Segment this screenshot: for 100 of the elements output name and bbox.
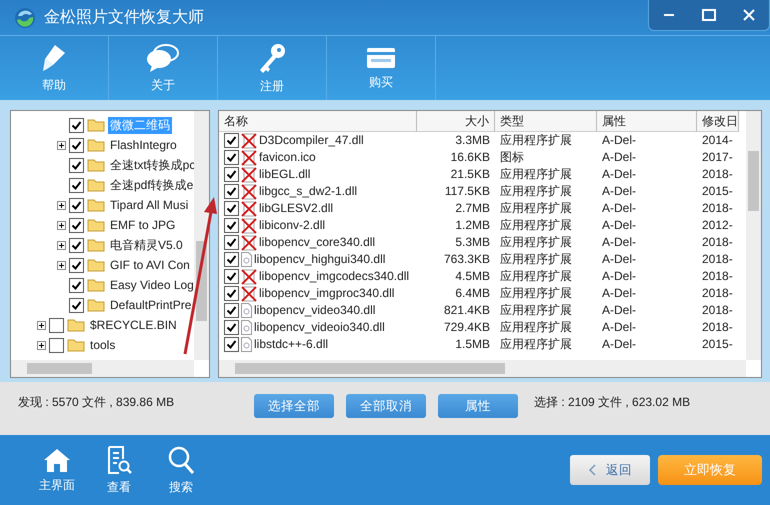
- scrollbar[interactable]: [219, 360, 746, 377]
- checkbox[interactable]: [224, 133, 239, 148]
- checkbox[interactable]: [224, 320, 239, 335]
- checkbox[interactable]: [69, 218, 84, 232]
- file-name: libiconv-2.dll: [259, 217, 326, 234]
- table-cell-text: 2012-: [701, 217, 734, 234]
- expand-icon[interactable]: [57, 200, 66, 210]
- folder-name[interactable]: tools: [88, 338, 118, 352]
- checkbox[interactable]: [224, 184, 239, 199]
- folder-name[interactable]: 全速pdf转换成e: [108, 176, 196, 194]
- checkmark-icon: [226, 169, 237, 180]
- deleted-file-icon: [241, 184, 257, 200]
- pen-icon: [41, 42, 67, 72]
- table-cell-text: A-Del-: [601, 132, 638, 149]
- checkbox[interactable]: [69, 198, 84, 212]
- folder-icon: [67, 318, 85, 332]
- nav-button[interactable]: 查看: [88, 444, 150, 496]
- key-icon: [257, 42, 287, 74]
- checkbox[interactable]: [224, 269, 239, 284]
- expand-icon[interactable]: [37, 340, 46, 350]
- table-cell-text: 2015-: [701, 183, 734, 200]
- folder-name[interactable]: GIF to AVI Con: [108, 258, 192, 272]
- scrollbar[interactable]: [11, 360, 194, 377]
- found-summary: 发现 : 5570 文件 , 839.86 MB: [18, 394, 176, 411]
- table-cell-text: 117.5KB: [444, 183, 491, 200]
- checkbox[interactable]: [224, 252, 239, 267]
- checkbox[interactable]: [69, 138, 84, 152]
- checkbox[interactable]: [224, 218, 239, 233]
- home-icon: [43, 446, 71, 472]
- table-cell-text: 应用程序扩展: [499, 319, 573, 336]
- scrollbar[interactable]: [746, 111, 761, 360]
- table-cell-text: 应用程序扩展: [499, 166, 573, 183]
- folder-icon: [87, 198, 105, 212]
- table-cell-text: A-Del-: [601, 251, 638, 268]
- expand-icon[interactable]: [57, 140, 66, 150]
- column-header[interactable]: 类型: [495, 111, 597, 132]
- back-button[interactable]: 返回: [570, 455, 650, 485]
- folder-name[interactable]: 电音精灵V5.0: [108, 236, 185, 254]
- checkbox[interactable]: [69, 178, 84, 192]
- folder-icon: [87, 238, 105, 252]
- checkbox[interactable]: [224, 337, 239, 352]
- file-name: libopencv_videoio340.dll: [254, 319, 385, 336]
- checkbox[interactable]: [49, 318, 64, 332]
- checkmark-icon: [71, 280, 82, 290]
- table-cell-text: A-Del-: [601, 166, 638, 183]
- checkmark-icon: [226, 186, 237, 197]
- table-cell-text: 5.3MB: [454, 234, 491, 251]
- checkmark-icon: [226, 220, 237, 231]
- table-cell-text: 应用程序扩展: [499, 251, 573, 268]
- checkbox[interactable]: [69, 238, 84, 252]
- folder-name[interactable]: $RECYCLE.BIN: [88, 318, 179, 332]
- selected-summary: 选择 : 2109 文件 , 623.02 MB: [534, 394, 692, 411]
- checkbox[interactable]: [224, 150, 239, 165]
- folder-name[interactable]: Easy Video Log: [108, 278, 196, 292]
- column-header[interactable]: 名称: [219, 111, 417, 132]
- checkbox[interactable]: [224, 235, 239, 250]
- checkbox[interactable]: [224, 286, 239, 301]
- checkbox[interactable]: [224, 201, 239, 216]
- column-header[interactable]: 属性: [597, 111, 697, 132]
- table-cell-text: A-Del-: [601, 183, 638, 200]
- checkmark-icon: [226, 305, 237, 316]
- folder-icon: [87, 258, 105, 272]
- deleted-file-icon: [241, 200, 257, 216]
- column-header[interactable]: 修改日: [697, 111, 739, 132]
- table-cell-text: 应用程序扩展: [499, 183, 573, 200]
- checkmark-icon: [226, 322, 237, 333]
- nav-button[interactable]: 主界面: [26, 446, 88, 494]
- checkbox[interactable]: [224, 303, 239, 318]
- expand-icon[interactable]: [57, 240, 66, 250]
- checkbox[interactable]: [69, 298, 84, 312]
- expand-icon[interactable]: [57, 260, 66, 270]
- checkmark-icon: [226, 237, 237, 248]
- checkbox[interactable]: [69, 158, 84, 172]
- folder-name[interactable]: EMF to JPG: [108, 218, 178, 232]
- table-cell-text: A-Del-: [601, 234, 638, 251]
- table-cell-text: 图标: [499, 149, 525, 166]
- table-cell-text: 6.4MB: [454, 285, 491, 302]
- chat-icon: [146, 42, 180, 72]
- checkbox[interactable]: [224, 167, 239, 182]
- table-cell-text: 1.2MB: [454, 217, 491, 234]
- nav-button[interactable]: 搜索: [150, 444, 212, 496]
- table-cell-text: 763.3KB: [442, 251, 491, 268]
- folder-icon: [87, 178, 105, 192]
- folder-name[interactable]: DefaultPrintPre: [108, 298, 194, 312]
- column-header[interactable]: 大小: [417, 111, 495, 132]
- folder-name[interactable]: Tipard All Musi: [108, 198, 190, 212]
- checkbox[interactable]: [49, 338, 64, 352]
- checkbox[interactable]: [69, 118, 84, 132]
- expand-icon[interactable]: [37, 320, 46, 330]
- file-name: libGLESV2.dll: [259, 200, 334, 217]
- expand-icon[interactable]: [57, 220, 66, 230]
- checkmark-icon: [226, 288, 237, 299]
- folder-name[interactable]: FlashIntegro: [108, 138, 179, 152]
- checkbox[interactable]: [69, 278, 84, 292]
- scrollbar[interactable]: [194, 111, 209, 360]
- file-name: libopencv_core340.dll: [259, 234, 376, 251]
- window-title: 金松照片文件恢复大师: [44, 8, 204, 28]
- checkmark-icon: [226, 254, 237, 265]
- table-cell-text: A-Del-: [601, 285, 638, 302]
- checkbox[interactable]: [69, 258, 84, 272]
